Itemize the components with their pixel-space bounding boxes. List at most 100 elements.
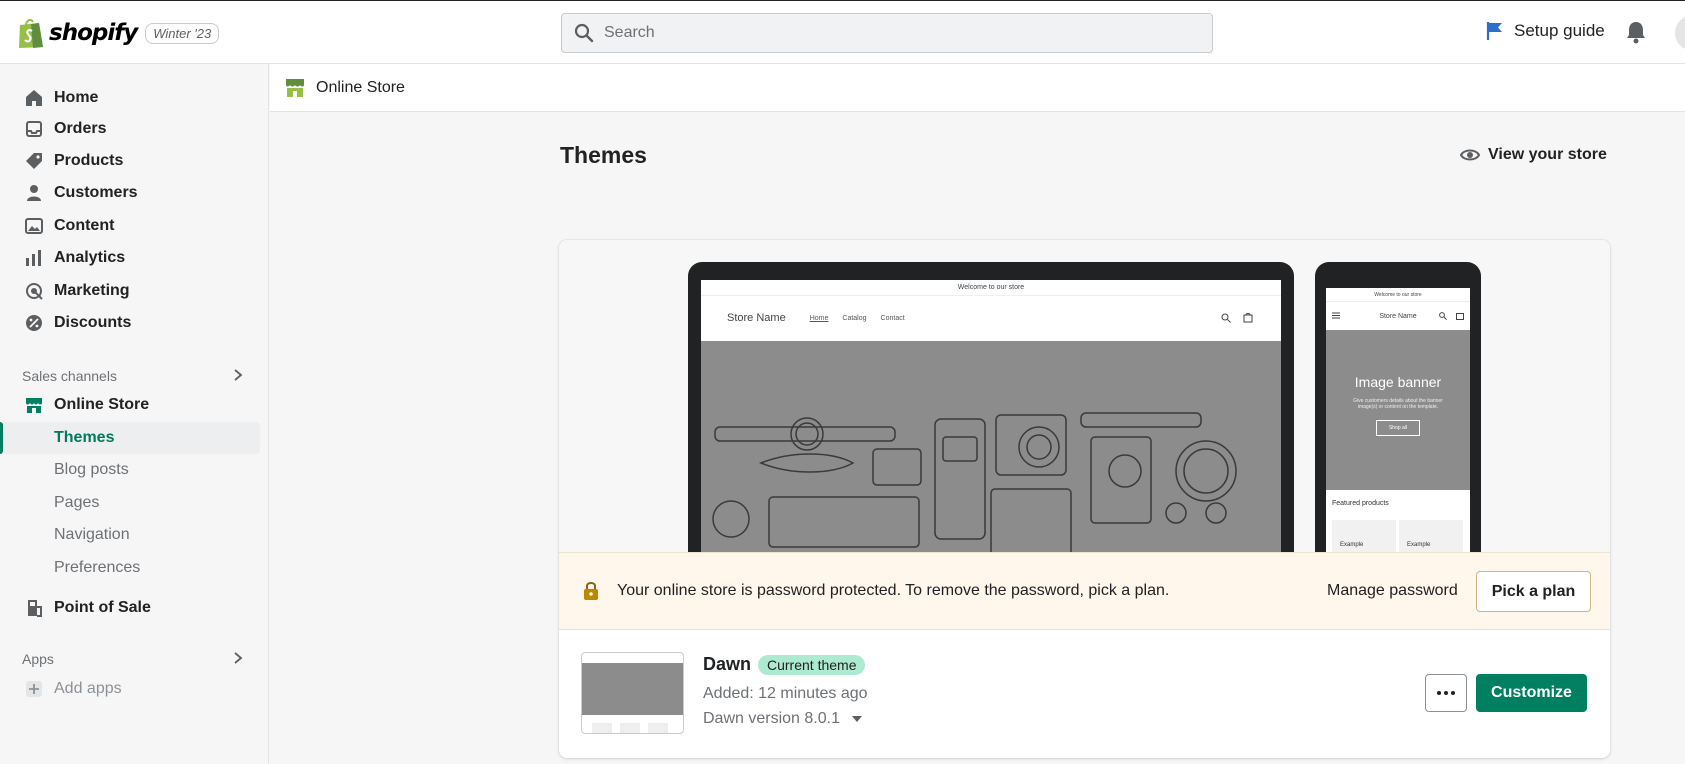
store-nav-contact: Contact — [880, 314, 905, 322]
plus-icon — [24, 679, 44, 699]
mobile-preview-screen: Welcome to our store Store Name Image ba… — [1326, 288, 1470, 552]
theme-row: Dawn Current theme Added: 12 minutes ago… — [559, 630, 1610, 758]
theme-thumbnail[interactable] — [581, 652, 684, 734]
tag-icon — [24, 151, 44, 171]
lineart-illustration — [712, 412, 1237, 552]
sidebar-item-online-store[interactable]: Online Store — [0, 389, 260, 421]
sidebar-item-label: Products — [54, 152, 124, 169]
sidebar-item-customers[interactable]: Customers — [0, 177, 260, 209]
search-bar[interactable] — [561, 13, 1213, 53]
mobile-banner-subtitle: Give customers details about the banner … — [1353, 398, 1443, 410]
more-actions-button[interactable] — [1425, 674, 1467, 712]
store-nav: Home Catalog Contact — [810, 315, 905, 322]
sidebar-item-products[interactable]: Products — [0, 145, 260, 177]
mobile-banner: Image banner Give customers details abou… — [1326, 330, 1470, 490]
theme-added-time: Added: 12 minutes ago — [703, 685, 868, 702]
top-bar: shopify Winter '23 Setup guide — [0, 0, 1685, 64]
current-theme-card: Welcome to our store Store Name Home Cat… — [559, 240, 1610, 758]
sidebar-item-label: Online Store — [54, 396, 150, 413]
view-store-label: View your store — [1488, 146, 1607, 163]
chevron-right-icon[interactable] — [232, 651, 244, 665]
mobile-store-header: Store Name — [1326, 302, 1470, 330]
sidebar-subitem-preferences[interactable]: Preferences — [0, 552, 260, 584]
breadcrumb-label[interactable]: Online Store — [316, 79, 405, 97]
image-icon — [24, 216, 44, 236]
search-input[interactable] — [604, 24, 1164, 42]
sidebar-item-add-apps[interactable]: Add apps — [0, 673, 260, 705]
sidebar-subitem-themes[interactable]: Themes — [0, 422, 260, 454]
sidebar-subitem-blog-posts[interactable]: Blog posts — [0, 454, 260, 486]
mobile-shop-all-button: Shop all — [1375, 420, 1421, 436]
setup-guide-button[interactable]: Setup guide — [1486, 21, 1605, 41]
mobile-banner-title: Image banner — [1354, 374, 1442, 390]
customize-button[interactable]: Customize — [1476, 674, 1587, 712]
store-header-icons — [1221, 313, 1253, 323]
mobile-featured-heading: Featured products — [1332, 500, 1389, 507]
sidebar-item-label: Orders — [54, 120, 107, 137]
bar-chart-icon — [24, 248, 44, 268]
pick-plan-button[interactable]: Pick a plan — [1476, 571, 1591, 612]
apps-heading: Apps — [22, 651, 54, 667]
sidebar-item-label: Discounts — [54, 314, 132, 331]
mobile-store-name: Store Name — [1379, 312, 1417, 320]
current-theme-badge: Current theme — [758, 655, 866, 675]
mobile-product-card: Example — [1332, 520, 1396, 552]
sidebar-item-point-of-sale[interactable]: Point of Sale — [0, 592, 260, 624]
store-icon — [24, 395, 44, 415]
search-icon — [1439, 312, 1447, 320]
sidebar-item-label: Marketing — [54, 282, 130, 299]
ellipsis-icon — [1437, 691, 1455, 695]
pos-icon — [24, 598, 44, 618]
store-nav-home: Home — [809, 314, 829, 322]
flag-icon — [1486, 22, 1502, 40]
manage-password-button[interactable]: Manage password — [1327, 582, 1458, 600]
breadcrumb: Online Store — [270, 64, 1685, 112]
sidebar-item-home[interactable]: Home — [0, 82, 260, 114]
cart-icon — [1456, 313, 1464, 320]
mobile-announcement-bar: Welcome to our store — [1326, 288, 1470, 302]
view-store-button[interactable]: View your store — [1460, 146, 1607, 164]
sidebar-item-analytics[interactable]: Analytics — [0, 242, 260, 274]
chevron-right-icon[interactable] — [232, 368, 244, 382]
setup-guide-label: Setup guide — [1514, 21, 1605, 40]
mobile-product-card: Example — [1399, 520, 1463, 552]
sidebar-item-discounts[interactable]: Discounts — [0, 307, 260, 339]
store-header: Store Name Home Catalog Contact — [701, 296, 1281, 340]
store-icon — [286, 78, 304, 97]
sidebar-item-label: Content — [54, 217, 115, 234]
sidebar-subitem-navigation[interactable]: Navigation — [0, 519, 260, 551]
brand-name: shopify — [49, 20, 138, 46]
theme-version-dropdown[interactable]: Dawn version 8.0.1 — [703, 710, 862, 728]
caret-down-icon — [851, 716, 862, 722]
sidebar-item-label: Add apps — [54, 680, 122, 697]
sidebar-item-marketing[interactable]: Marketing — [0, 275, 260, 307]
desktop-banner-image — [701, 341, 1281, 552]
sidebar-subitem-pages[interactable]: Pages — [0, 487, 260, 519]
theme-name: Dawn — [703, 654, 752, 674]
sidebar-item-orders[interactable]: Orders — [0, 113, 260, 145]
mobile-preview: Welcome to our store Store Name Image ba… — [1315, 262, 1481, 552]
search-icon — [1221, 313, 1231, 323]
avatar[interactable] — [1675, 15, 1685, 51]
cart-icon — [1243, 313, 1253, 323]
desktop-preview: Welcome to our store Store Name Home Cat… — [688, 262, 1294, 552]
shopify-logo[interactable]: shopify Winter '23 — [17, 17, 220, 49]
sales-channels-heading: Sales channels — [22, 368, 117, 384]
password-banner: Your online store is password protected.… — [559, 552, 1610, 630]
target-icon — [24, 281, 44, 301]
announcement-bar: Welcome to our store — [701, 280, 1281, 296]
lock-icon — [584, 582, 598, 600]
person-icon — [24, 183, 44, 203]
search-icon — [574, 23, 594, 43]
bell-icon[interactable] — [1625, 20, 1647, 44]
inbox-icon — [24, 119, 44, 139]
store-nav-catalog: Catalog — [842, 314, 867, 322]
sidebar-item-content[interactable]: Content — [0, 210, 260, 242]
theme-preview[interactable]: Welcome to our store Store Name Home Cat… — [559, 240, 1610, 552]
sidebar-item-label: Point of Sale — [54, 599, 151, 616]
discount-icon — [24, 313, 44, 333]
desktop-preview-screen: Welcome to our store Store Name Home Cat… — [701, 280, 1281, 552]
menu-icon — [1332, 312, 1340, 319]
store-name: Store Name — [727, 312, 786, 324]
sidebar: Home Orders Products Customers Content A… — [0, 64, 269, 764]
